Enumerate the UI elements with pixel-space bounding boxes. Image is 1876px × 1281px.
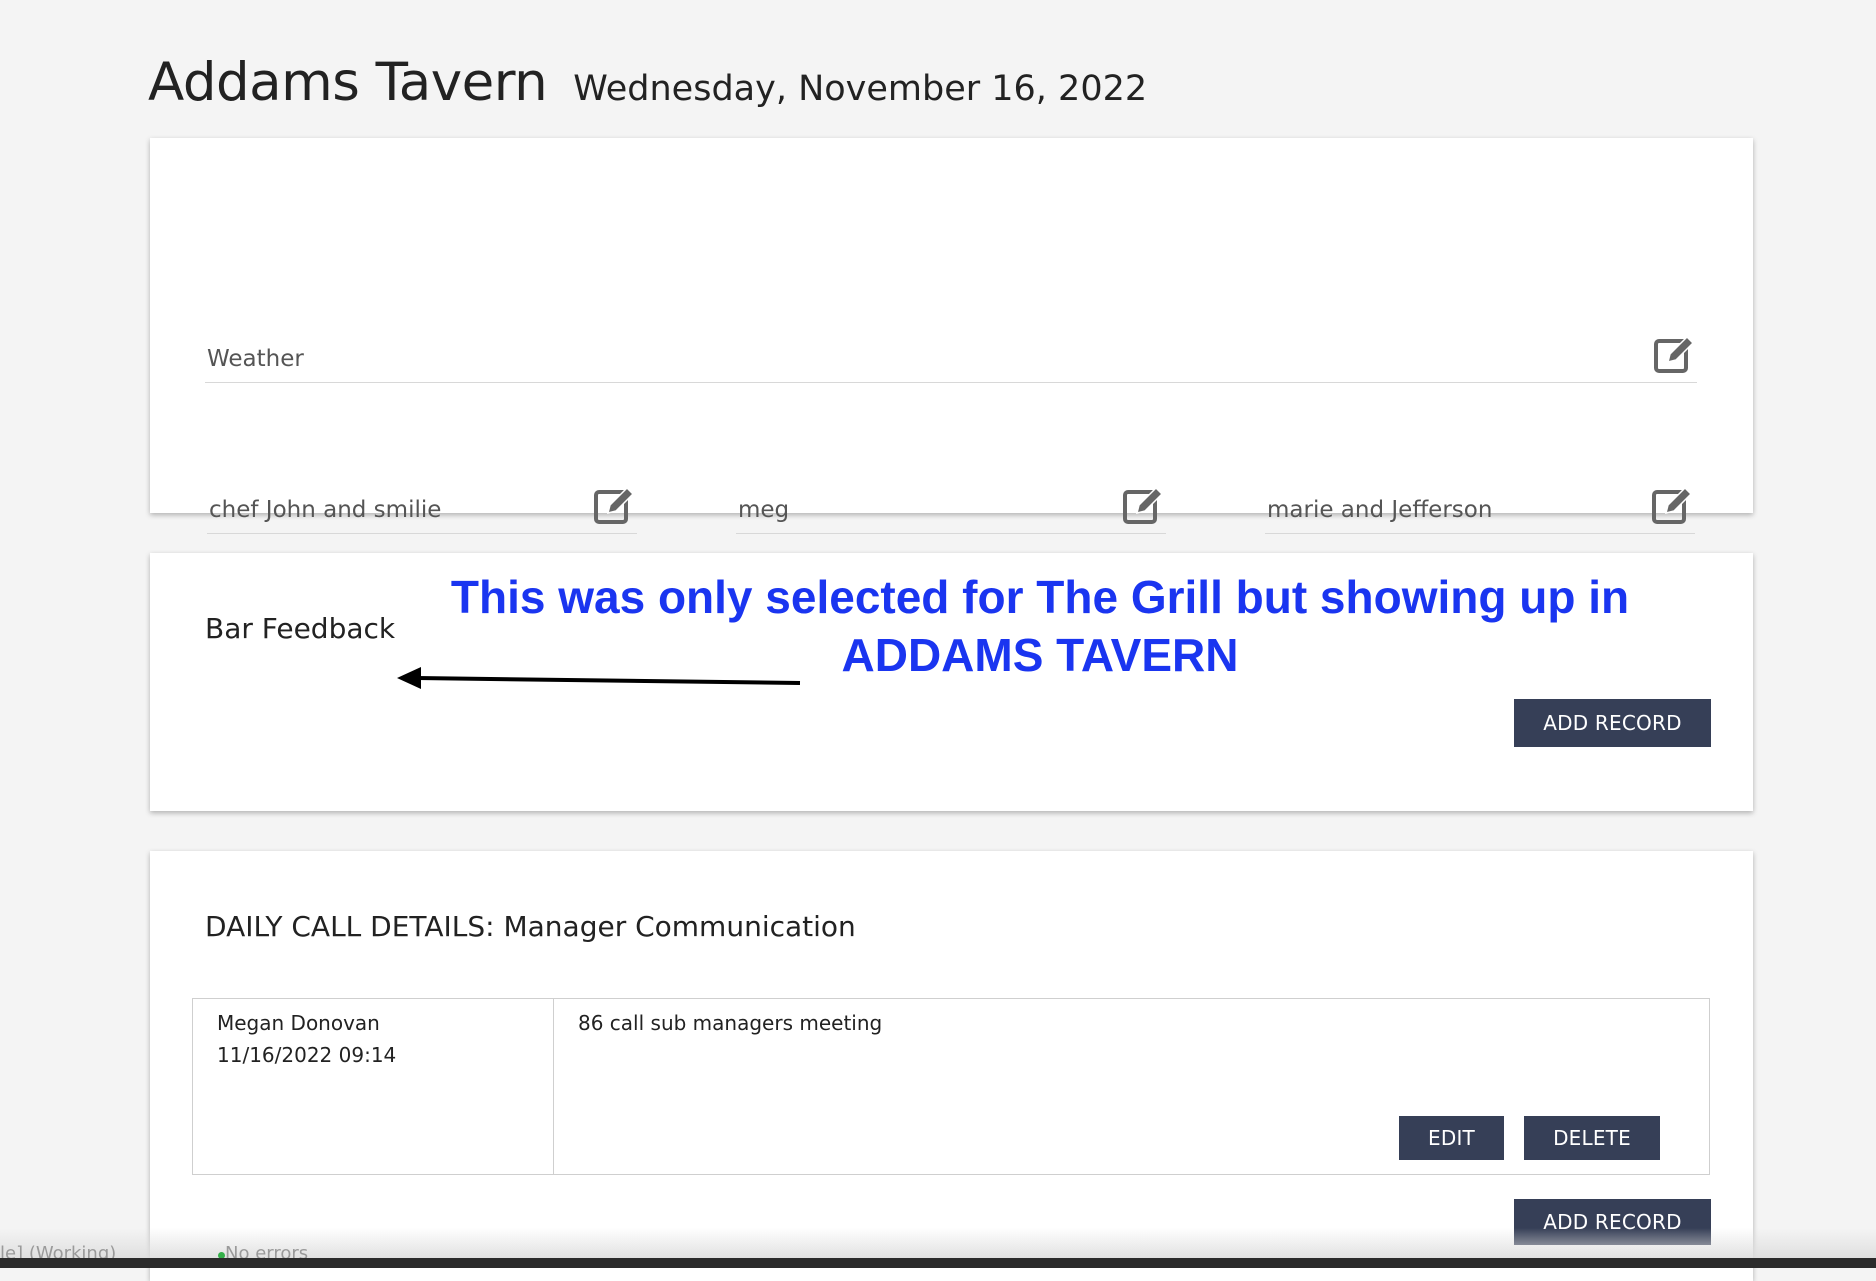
call-author-name: Megan Donovan bbox=[217, 1011, 380, 1035]
staff-field-2[interactable]: meg bbox=[736, 486, 1166, 534]
staff-field-3[interactable]: marie and Jefferson bbox=[1265, 486, 1695, 534]
weather-field[interactable]: Weather bbox=[205, 335, 1697, 383]
staff-field-1[interactable]: chef John and smilie bbox=[207, 486, 637, 534]
annotation-arrow-icon bbox=[397, 667, 801, 689]
call-author-cell: Megan Donovan 11/16/2022 09:14 bbox=[193, 999, 554, 1174]
staff-field-3-edit-icon[interactable] bbox=[1651, 483, 1695, 527]
bottom-status-bar bbox=[0, 1258, 1876, 1268]
weather-edit-icon[interactable] bbox=[1653, 332, 1697, 376]
bar-feedback-title: Bar Feedback bbox=[205, 612, 396, 645]
call-timestamp: 11/16/2022 09:14 bbox=[217, 1043, 397, 1067]
staff-field-2-edit-icon[interactable] bbox=[1122, 483, 1166, 527]
staff-field-2-value: meg bbox=[738, 497, 790, 523]
page-title: Addams Tavern bbox=[148, 52, 548, 113]
delete-button[interactable]: DELETE bbox=[1524, 1116, 1660, 1160]
table-row: Megan Donovan 11/16/2022 09:14 86 call s… bbox=[192, 998, 1710, 1175]
weather-card: Weather chef John and smilie meg marie a… bbox=[150, 138, 1753, 534]
call-message: 86 call sub managers meeting bbox=[578, 1011, 883, 1035]
staff-field-1-edit-icon[interactable] bbox=[593, 483, 637, 527]
staff-field-1-value: chef John and smilie bbox=[209, 497, 442, 523]
page-date: Wednesday, November 16, 2022 bbox=[573, 69, 1148, 109]
weather-label: Weather bbox=[207, 346, 304, 372]
call-message-cell: 86 call sub managers meeting EDIT DELETE bbox=[554, 999, 1709, 1174]
page-header: Addams Tavern Wednesday, November 16, 20… bbox=[148, 52, 1147, 113]
daily-call-details-card: DAILY CALL DETAILS: Manager Communicatio… bbox=[150, 851, 1753, 1281]
edit-button[interactable]: EDIT bbox=[1399, 1116, 1504, 1160]
bar-feedback-add-record-button[interactable]: ADD RECORD bbox=[1514, 699, 1711, 747]
staff-field-3-value: marie and Jefferson bbox=[1267, 497, 1493, 523]
daily-call-details-title: DAILY CALL DETAILS: Manager Communicatio… bbox=[205, 910, 856, 943]
